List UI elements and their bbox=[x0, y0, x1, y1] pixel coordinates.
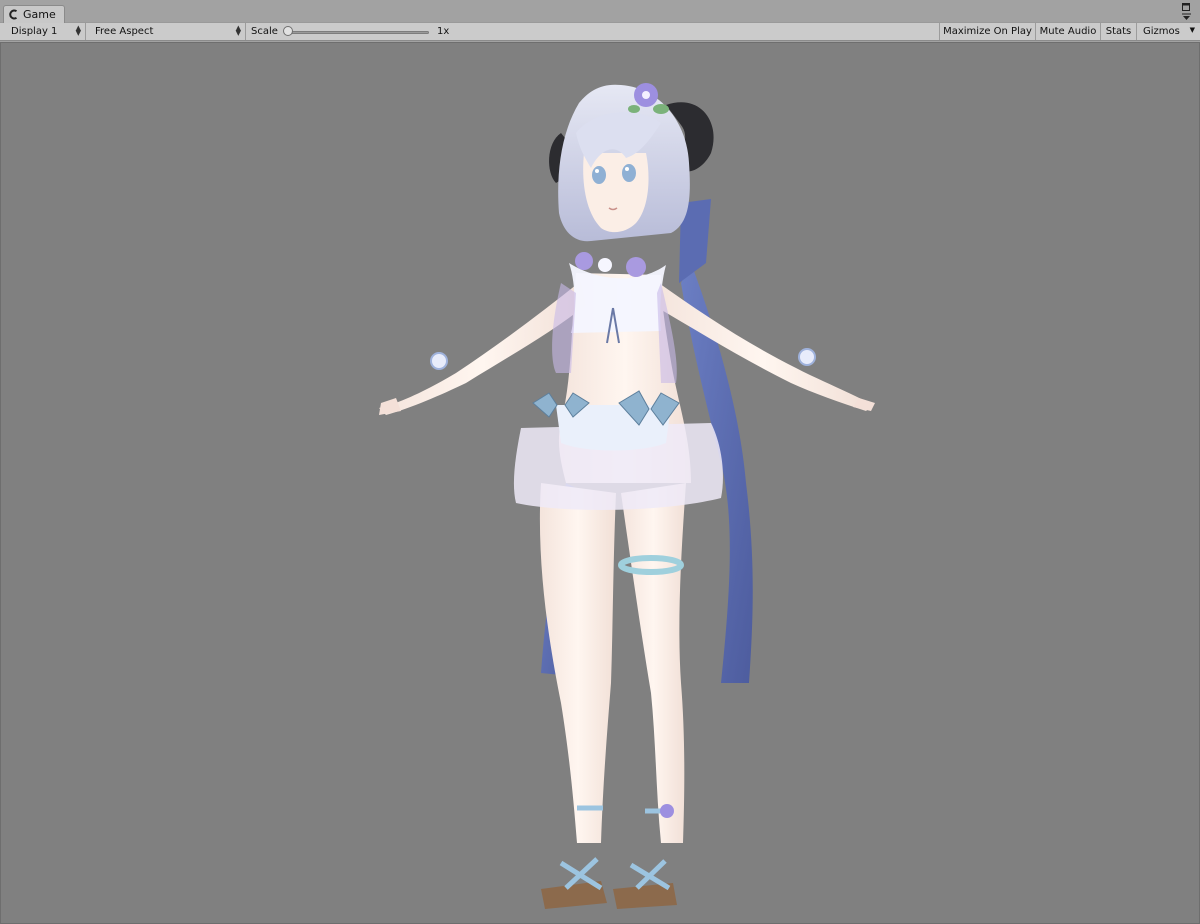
scale-slider-thumb[interactable] bbox=[283, 26, 293, 36]
display-dropdown-value: Display 1 bbox=[11, 26, 58, 37]
tab-label: Game bbox=[23, 8, 56, 21]
scale-label: Scale bbox=[251, 26, 278, 37]
game-toolbar: Display 1 ▲ ▼ Free Aspect ▲ ▼ Scale 1x Max… bbox=[0, 23, 1200, 41]
aspect-dropdown[interactable]: Free Aspect ▲ ▼ bbox=[90, 23, 246, 40]
display-dropdown[interactable]: Display 1 ▲ ▼ bbox=[6, 23, 86, 40]
unity-game-icon bbox=[8, 9, 19, 20]
updown-arrows-icon: ▲ ▼ bbox=[235, 24, 241, 37]
character-render bbox=[379, 83, 875, 909]
aspect-dropdown-value: Free Aspect bbox=[95, 26, 154, 37]
torso bbox=[379, 252, 875, 510]
dropdown-arrow-icon: ▼ bbox=[1189, 26, 1195, 34]
stats-button[interactable]: Stats bbox=[1100, 23, 1136, 40]
updown-arrows-icon: ▲ ▼ bbox=[75, 24, 81, 37]
maximize-on-play-button[interactable]: Maximize On Play bbox=[939, 23, 1035, 40]
game-viewport[interactable] bbox=[0, 42, 1200, 924]
mute-audio-label: Mute Audio bbox=[1039, 26, 1097, 37]
scale-value: 1x bbox=[437, 26, 450, 37]
legs bbox=[539, 483, 686, 909]
maximize-on-play-label: Maximize On Play bbox=[943, 26, 1032, 37]
window-controls bbox=[1176, 1, 1196, 21]
stats-label: Stats bbox=[1105, 26, 1132, 37]
tab-game[interactable]: Game bbox=[3, 5, 65, 23]
gizmos-dropdown[interactable]: Gizmos ▼ bbox=[1136, 23, 1200, 40]
mute-audio-button[interactable]: Mute Audio bbox=[1035, 23, 1100, 40]
scale-slider-track[interactable] bbox=[287, 31, 429, 34]
tab-bar: Game bbox=[0, 0, 1200, 23]
gizmos-label: Gizmos bbox=[1143, 26, 1180, 37]
